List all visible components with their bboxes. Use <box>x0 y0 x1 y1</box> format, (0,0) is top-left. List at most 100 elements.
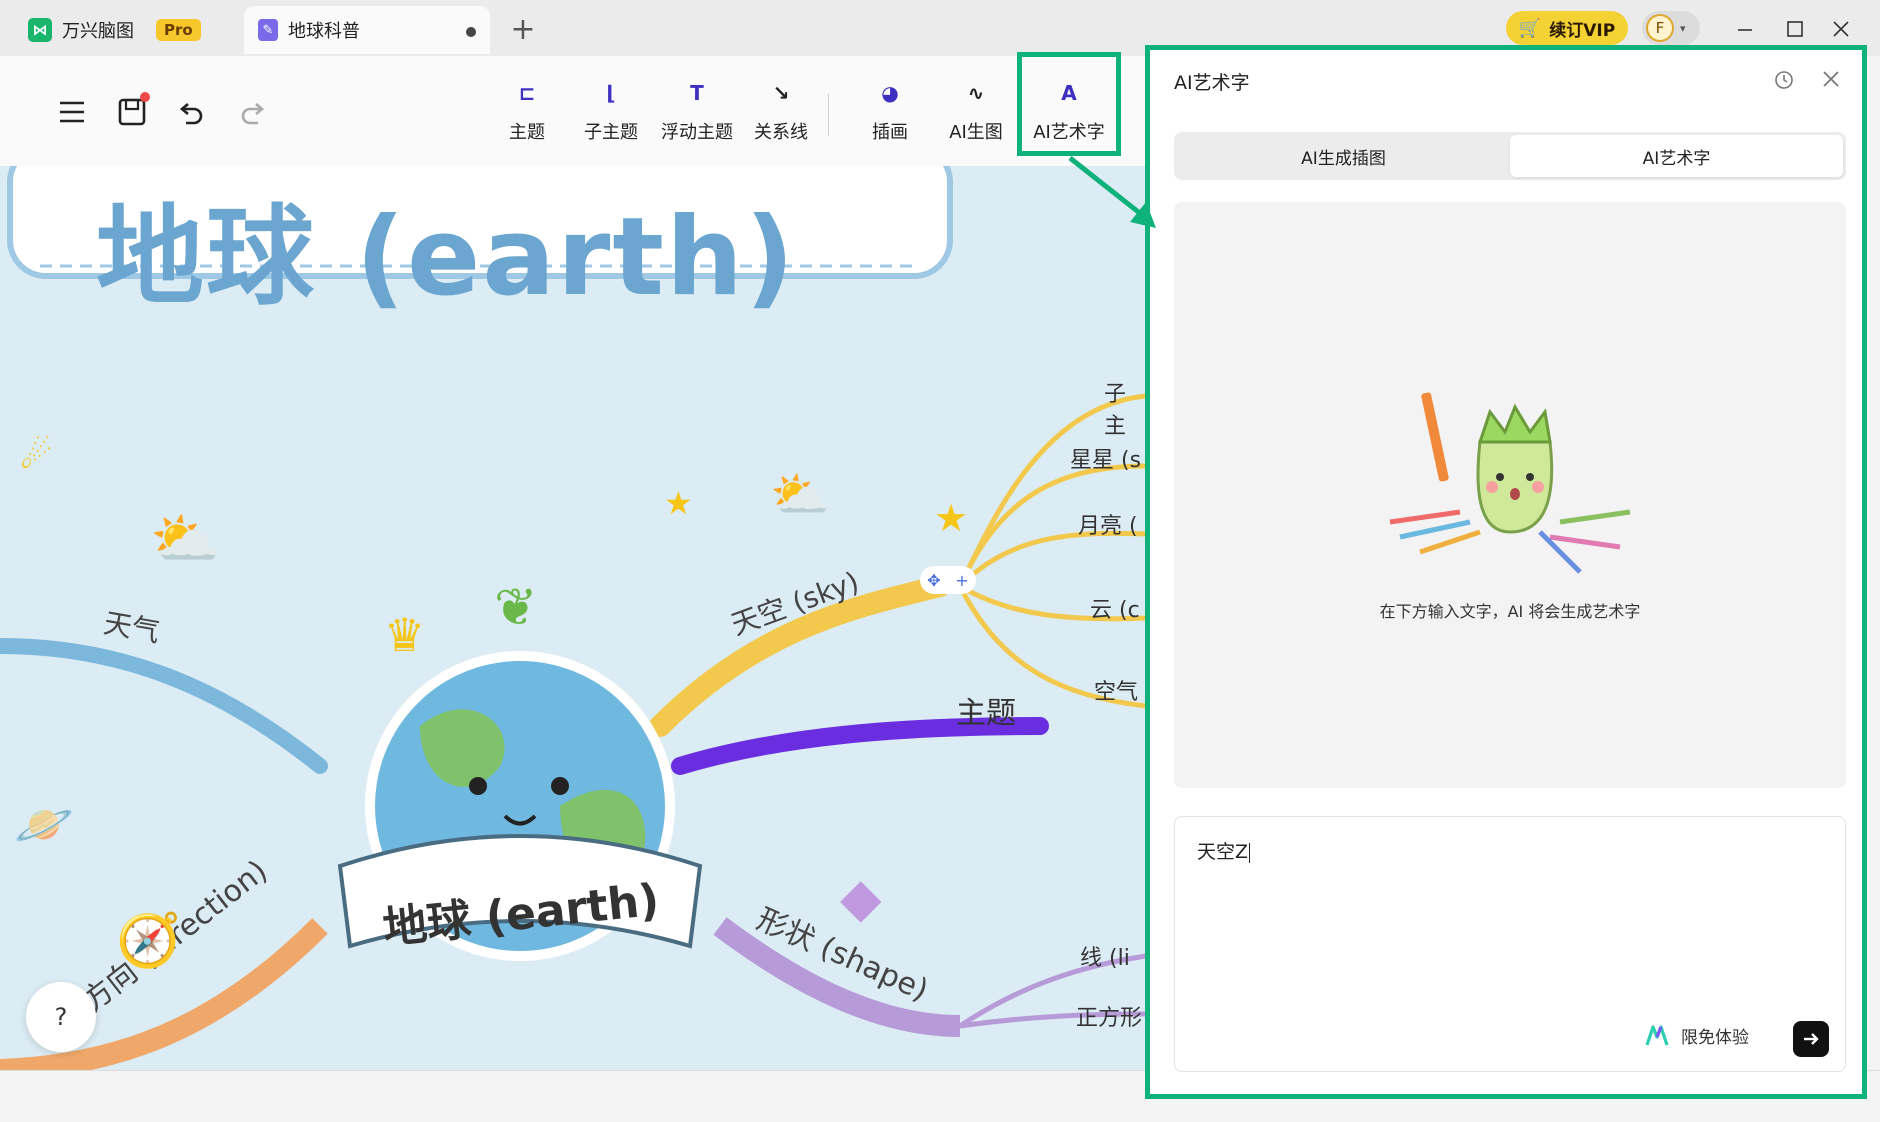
mascot-illustration <box>1389 392 1631 574</box>
send-button[interactable] <box>1793 1021 1829 1057</box>
tool-floating-topic[interactable]: T 浮动主题 <box>655 72 739 154</box>
undo-button[interactable] <box>172 92 212 132</box>
add-node-icon[interactable]: + <box>955 571 968 590</box>
tool-topic-label: 主题 <box>509 122 545 143</box>
mascot-mouth <box>1510 488 1520 500</box>
sprout-icon: ❦ <box>494 578 538 638</box>
tool-illustration[interactable]: ◕ 插画 <box>866 72 914 154</box>
close-window-button[interactable] <box>1826 14 1856 44</box>
mascot-blush-left <box>1486 481 1498 493</box>
shape-child-2[interactable]: 正方形 <box>1076 1000 1142 1032</box>
star-icon: ★ <box>934 496 969 540</box>
weather-cloud-icon: ⛅ <box>150 507 220 572</box>
app-logo-icon: ⋈ <box>28 18 52 42</box>
close-icon <box>1823 71 1839 87</box>
tab-ai-art-text[interactable]: AI艺术字 <box>1510 135 1843 177</box>
topic-branch-label[interactable]: 主题 <box>956 688 1016 732</box>
tool-topic[interactable]: ⊏ 主题 <box>503 72 551 154</box>
hamburger-icon <box>60 101 84 123</box>
star-icon: ★ <box>664 484 693 522</box>
renew-vip-label: 续订VIP <box>1549 20 1616 41</box>
pro-badge: Pro <box>156 19 201 41</box>
panel-title: AI艺术字 <box>1174 72 1250 94</box>
mindmap-canvas[interactable]: 地球 (earth) 地球 (earth) 天空 (sky) 天气 主题 形状 … <box>0 166 1146 1070</box>
preview-area: 在下方输入文字，AI 将会生成艺术字 <box>1174 202 1846 788</box>
ai-art-text-panel: AI艺术字 AI生成插图 AI艺术字 在下方输入文字，AI 将会生成艺术字 天空… <box>1145 45 1867 1099</box>
earth-eye-left <box>469 777 487 795</box>
move-icon[interactable]: ✥ <box>927 571 940 590</box>
renew-vip-button[interactable]: 🛒 续订VIP <box>1506 11 1628 45</box>
tool-relationship-label: 关系线 <box>754 122 808 143</box>
pointer-arrow <box>1068 156 1156 228</box>
free-trial-label: 限免体验 <box>1681 1028 1749 1048</box>
topic-icon: ⊏ <box>518 81 536 105</box>
weather-branch[interactable] <box>0 638 328 774</box>
crown-icon: ♛ <box>384 608 426 662</box>
mascot-eye-right <box>1526 473 1534 481</box>
account-menu[interactable]: F ▾ <box>1642 11 1700 45</box>
app-tab-label: 万兴脑图 <box>62 21 134 42</box>
planet-icon: 🪐 <box>14 797 74 853</box>
chevron-down-icon: ▾ <box>1680 21 1686 35</box>
menu-button[interactable] <box>52 92 92 132</box>
mascot-crown <box>1477 403 1552 444</box>
unsaved-indicator-icon[interactable] <box>466 27 476 37</box>
help-button[interactable]: ? <box>26 982 96 1052</box>
tool-illustration-label: 插画 <box>872 122 908 143</box>
sun-cloud-icon: ⛅ <box>770 467 830 523</box>
toolbar-divider <box>828 94 829 136</box>
sky-child-3[interactable]: 月亮 ( <box>1078 508 1138 540</box>
sky-child-4[interactable]: 云 (c <box>1090 592 1140 624</box>
sky-child-5[interactable]: 空气 <box>1094 674 1138 706</box>
unsaved-badge <box>140 92 150 102</box>
mascot-blush-right <box>1532 481 1544 493</box>
redo-button[interactable] <box>232 92 272 132</box>
cart-icon: 🛒 <box>1518 17 1542 39</box>
tab-ai-illustration[interactable]: AI生成插图 <box>1177 135 1510 177</box>
topic-branch[interactable] <box>671 717 1049 775</box>
tool-subtopic-label: 子主题 <box>584 122 638 143</box>
undo-icon <box>179 103 203 125</box>
tool-subtopic[interactable]: ⌊ 子主题 <box>578 72 644 154</box>
art-text-input-content: 天空Z <box>1197 841 1249 863</box>
ai-image-icon: ∿ <box>967 81 985 105</box>
earth-eye-right <box>551 777 569 795</box>
app-tab[interactable]: ⋈ 万兴脑图 Pro <box>10 6 230 54</box>
save-button[interactable] <box>112 92 152 132</box>
sky-child-1[interactable]: 子主 <box>1104 376 1146 440</box>
free-trial-indicator: 限免体验 <box>1645 1023 1749 1048</box>
mascot-eye-left <box>1496 473 1504 481</box>
panel-close-button[interactable] <box>1816 64 1846 94</box>
redo-icon <box>241 103 265 125</box>
maximize-button[interactable] <box>1780 14 1810 44</box>
pencil-icon <box>1421 392 1449 482</box>
mode-tabs: AI生成插图 AI艺术字 <box>1174 132 1846 180</box>
new-tab-button[interactable]: + <box>506 12 540 47</box>
sky-child-2[interactable]: 星星 (s <box>1070 442 1141 474</box>
banner-title[interactable]: 地球 (earth) <box>96 170 796 326</box>
art-text-input[interactable]: 天空Z 限免体验 <box>1174 816 1846 1072</box>
maximize-icon <box>1787 21 1803 37</box>
comet-icon: ☄ <box>20 436 53 477</box>
floating-topic-icon: T <box>690 81 704 105</box>
ai-art-text-highlight <box>1017 52 1121 156</box>
compass-icon: 🧭 <box>116 911 181 971</box>
node-handle[interactable]: ✥ + <box>920 566 976 594</box>
document-tab-label: 地球科普 <box>288 21 360 42</box>
clock-icon <box>1775 71 1793 89</box>
shapes-icon: ◆ <box>840 866 882 929</box>
tool-relationship[interactable]: ↘ 关系线 <box>748 72 814 154</box>
art-text-input-value[interactable]: 天空Z <box>1197 837 1251 864</box>
document-icon: ✎ <box>258 19 278 41</box>
document-tab[interactable]: ✎ 地球科普 <box>244 6 490 54</box>
text-caret <box>1249 842 1251 863</box>
relationship-icon: ↘ <box>772 81 790 105</box>
shape-child-1[interactable]: 线 (li <box>1080 940 1130 972</box>
history-button[interactable] <box>1770 66 1798 94</box>
tool-ai-image-label: AI生图 <box>949 122 1003 143</box>
preview-hint: 在下方输入文字，AI 将会生成艺术字 <box>1379 602 1641 621</box>
minimize-button[interactable] <box>1730 14 1760 44</box>
arrow-right-icon <box>1804 1033 1819 1045</box>
illustration-icon: ◕ <box>881 81 899 105</box>
tool-ai-image[interactable]: ∿ AI生图 <box>943 72 1009 154</box>
